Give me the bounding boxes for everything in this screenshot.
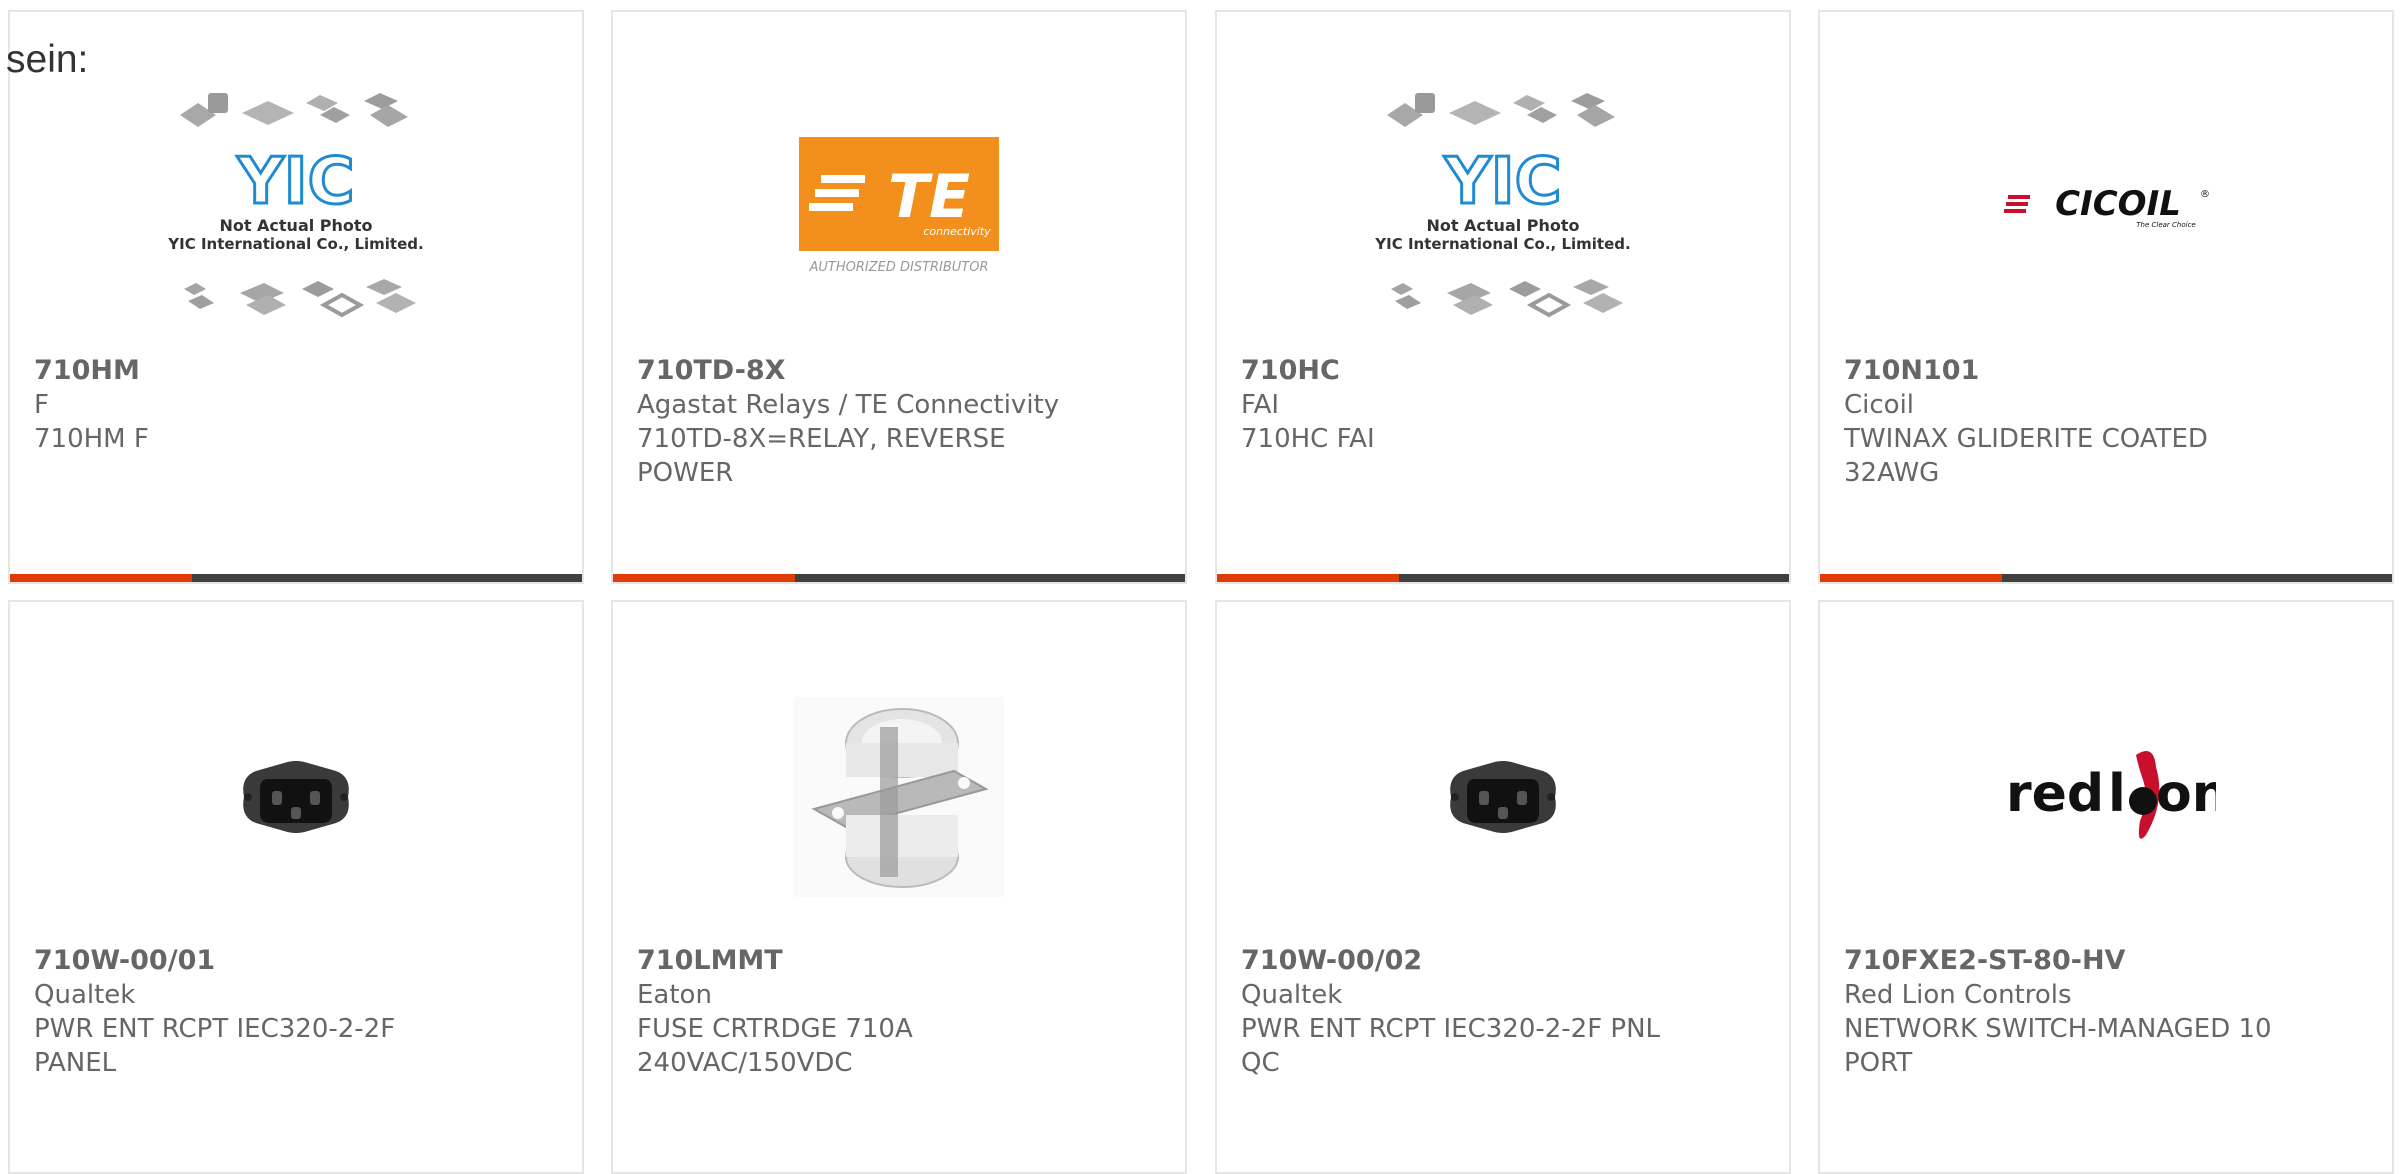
part-number[interactable]: 710TD-8X — [637, 354, 1067, 388]
manufacturer: Qualtek — [1241, 980, 1343, 1010]
product-card[interactable]: 710LMMT Eaton FUSE CRTRDGE 710A 240VAC/1… — [611, 600, 1187, 1174]
description: 710HM F — [34, 424, 149, 454]
red-lion-word-on: on — [2156, 764, 2216, 824]
yic-caption-line2: YIC International Co., Limited. — [1374, 235, 1630, 253]
part-number[interactable]: 710W-00/01 — [34, 944, 464, 978]
product-info: 710HC FAI 710HC FAI — [1241, 354, 1671, 456]
description: 710TD-8X=RELAY, REVERSE POWER — [637, 424, 1006, 488]
fuse-cartridge-photo — [794, 697, 1004, 897]
manufacturer: Qualtek — [34, 980, 136, 1010]
product-card[interactable]: red l on 710FXE2-ST-80-HV Red Lion Contr… — [1818, 600, 2394, 1174]
manufacturer: Red Lion Controls — [1844, 980, 2072, 1010]
product-info: 710FXE2-ST-80-HV Red Lion Controls NETWO… — [1844, 944, 2274, 1080]
description: NETWORK SWITCH-MANAGED 10 PORT — [1844, 1014, 2272, 1078]
te-logo-sub: connectivity — [923, 225, 991, 238]
part-number[interactable]: 710N101 — [1844, 354, 2274, 388]
cicoil-logo-mark: CICOIL — [2055, 184, 2181, 224]
product-info: 710HM F 710HM F — [34, 354, 464, 456]
product-info: 710N101 Cicoil TWINAX GLIDERITE COATED 3… — [1844, 354, 2274, 490]
product-card[interactable]: CICOIL ® The Clear Choice 710N101 Cicoil… — [1818, 10, 2394, 584]
product-card[interactable]: 710W-00/01 Qualtek PWR ENT RCPT IEC320-2… — [8, 600, 584, 1174]
yic-logo-mark: YIC — [1443, 145, 1561, 219]
te-connectivity-logo: TE connectivity AUTHORIZED DISTRIBUTOR — [799, 137, 999, 275]
card-accent-bar — [1820, 574, 2392, 582]
part-number[interactable]: 710HM — [34, 354, 464, 388]
part-number[interactable]: 710FXE2-ST-80-HV — [1844, 944, 2274, 978]
part-number[interactable]: 710HC — [1241, 354, 1671, 388]
cicoil-logo: CICOIL ® The Clear Choice — [2004, 184, 2210, 229]
te-logo-mark: TE — [888, 162, 970, 232]
product-image[interactable]: YIC Not Actual Photo YIC International C… — [10, 62, 582, 352]
manufacturer: F — [34, 390, 49, 420]
product-image[interactable]: red l on — [1820, 652, 2392, 942]
power-receptacle-photo — [243, 761, 349, 833]
product-info: 710TD-8X Agastat Relays / TE Connectivit… — [637, 354, 1067, 490]
product-image[interactable]: TE connectivity AUTHORIZED DISTRIBUTOR — [613, 62, 1185, 352]
card-accent-bar — [613, 574, 1185, 582]
intro-text: sein: — [6, 38, 89, 81]
product-card[interactable]: YIC Not Actual Photo YIC International C… — [1215, 10, 1791, 584]
part-number[interactable]: 710W-00/02 — [1241, 944, 1671, 978]
te-caption: AUTHORIZED DISTRIBUTOR — [808, 260, 988, 275]
yic-logo-mark: YIC — [236, 145, 354, 219]
product-card[interactable]: 710W-00/02 Qualtek PWR ENT RCPT IEC320-2… — [1215, 600, 1791, 1174]
product-image[interactable] — [10, 652, 582, 942]
product-image[interactable]: YIC Not Actual Photo YIC International C… — [1217, 62, 1789, 352]
manufacturer: Agastat Relays / TE Connectivity — [637, 390, 1060, 420]
yic-placeholder-image: YIC Not Actual Photo YIC International C… — [167, 93, 424, 317]
product-image[interactable] — [1217, 652, 1789, 942]
yic-caption-line1: Not Actual Photo — [1426, 216, 1579, 235]
description: PWR ENT RCPT IEC320-2-2F PANEL — [34, 1014, 396, 1078]
manufacturer: Cicoil — [1844, 390, 1915, 420]
product-info: 710W-00/02 Qualtek PWR ENT RCPT IEC320-2… — [1241, 944, 1671, 1080]
power-receptacle-photo — [1450, 761, 1556, 833]
description: TWINAX GLIDERITE COATED 32AWG — [1844, 424, 2208, 488]
yic-placeholder-image: YIC Not Actual Photo YIC International C… — [1374, 93, 1631, 317]
description: 710HC FAI — [1241, 424, 1375, 454]
yic-caption-line1: Not Actual Photo — [219, 216, 372, 235]
card-accent-bar — [10, 574, 582, 582]
red-lion-word-red: red — [2006, 764, 2104, 824]
description: FUSE CRTRDGE 710A 240VAC/150VDC — [637, 1014, 913, 1078]
product-card[interactable]: TE connectivity AUTHORIZED DISTRIBUTOR 7… — [611, 10, 1187, 584]
red-lion-logo: red l on — [2006, 751, 2216, 839]
yic-caption-line2: YIC International Co., Limited. — [167, 235, 423, 253]
product-info: 710W-00/01 Qualtek PWR ENT RCPT IEC320-2… — [34, 944, 464, 1080]
part-number[interactable]: 710LMMT — [637, 944, 1067, 978]
manufacturer: Eaton — [637, 980, 712, 1010]
product-info: 710LMMT Eaton FUSE CRTRDGE 710A 240VAC/1… — [637, 944, 1067, 1080]
cicoil-reg: ® — [2200, 189, 2210, 200]
manufacturer: FAI — [1241, 390, 1280, 420]
product-image[interactable] — [613, 652, 1185, 942]
red-lion-word-l: l — [2108, 764, 2126, 824]
card-accent-bar — [1217, 574, 1789, 582]
cicoil-tagline: The Clear Choice — [2136, 221, 2195, 229]
description: PWR ENT RCPT IEC320-2-2F PNL QC — [1241, 1014, 1661, 1078]
product-image[interactable]: CICOIL ® The Clear Choice — [1820, 62, 2392, 352]
product-card[interactable]: YIC Not Actual Photo YIC International C… — [8, 10, 584, 584]
